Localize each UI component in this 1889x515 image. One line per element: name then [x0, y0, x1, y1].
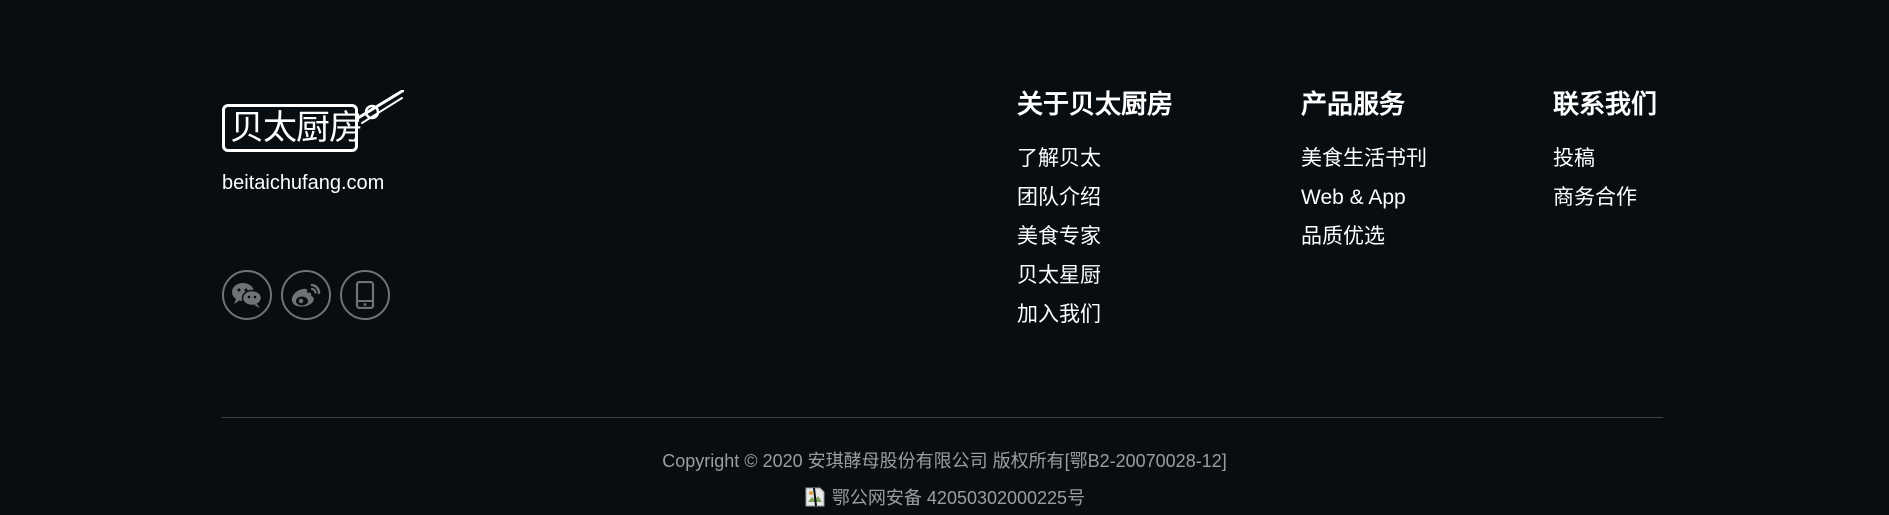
copyright-text: Copyright © 2020 安琪酵母股份有限公司 版权所有[鄂B2-200…	[662, 451, 1227, 471]
link-food-books[interactable]: 美食生活书刊	[1301, 139, 1427, 178]
column-title-contact: 联系我们	[1553, 89, 1658, 119]
link-web-app[interactable]: Web & App	[1301, 178, 1427, 217]
product-links: 美食生活书刊 Web & App 品质优选	[1301, 139, 1427, 256]
wechat-button[interactable]	[222, 270, 272, 320]
police-record[interactable]: 鄂公网安备 42050302000225号	[0, 484, 1889, 510]
column-title-products: 产品服务	[1301, 89, 1406, 119]
link-star-chefs[interactable]: 贝太星厨	[1017, 256, 1173, 295]
link-learn-about[interactable]: 了解贝太	[1017, 139, 1173, 178]
link-business-cooperation[interactable]: 商务合作	[1553, 178, 1657, 217]
footer-column-contact: 联系我们 投稿 商务合作	[1553, 87, 1657, 217]
site-footer: 贝太厨房 beitaichufang.com 关于贝太厨房 了解贝太 团队介绍 …	[0, 0, 1889, 515]
weibo-icon	[291, 283, 321, 307]
brand-logo[interactable]: 贝太厨房	[222, 90, 404, 162]
brand-block: 贝太厨房 beitaichufang.com	[222, 90, 422, 194]
column-title-about: 关于贝太厨房	[1017, 89, 1174, 119]
contact-links: 投稿 商务合作	[1553, 139, 1657, 217]
footer-column-about: 关于贝太厨房 了解贝太 团队介绍 美食专家 贝太星厨 加入我们	[1017, 87, 1173, 334]
weibo-button[interactable]	[281, 270, 331, 320]
footer-column-products: 产品服务 美食生活书刊 Web & App 品质优选	[1301, 87, 1427, 256]
police-badge-broken-image-icon	[804, 486, 826, 508]
site-domain: beitaichufang.com	[222, 172, 385, 194]
footer-divider	[222, 417, 1663, 418]
about-links: 了解贝太 团队介绍 美食专家 贝太星厨 加入我们	[1017, 139, 1173, 334]
mobile-app-button[interactable]	[340, 270, 390, 320]
link-join-us[interactable]: 加入我们	[1017, 295, 1173, 334]
link-team[interactable]: 团队介绍	[1017, 178, 1173, 217]
link-quality-picks[interactable]: 品质优选	[1301, 217, 1427, 256]
wechat-icon	[232, 283, 263, 308]
link-submit-article[interactable]: 投稿	[1553, 139, 1657, 178]
social-links	[222, 270, 390, 320]
chopsticks-icon	[356, 90, 404, 124]
mobile-icon	[355, 281, 375, 309]
police-record-text: 鄂公网安备 42050302000225号	[831, 488, 1086, 508]
link-food-experts[interactable]: 美食专家	[1017, 217, 1173, 256]
